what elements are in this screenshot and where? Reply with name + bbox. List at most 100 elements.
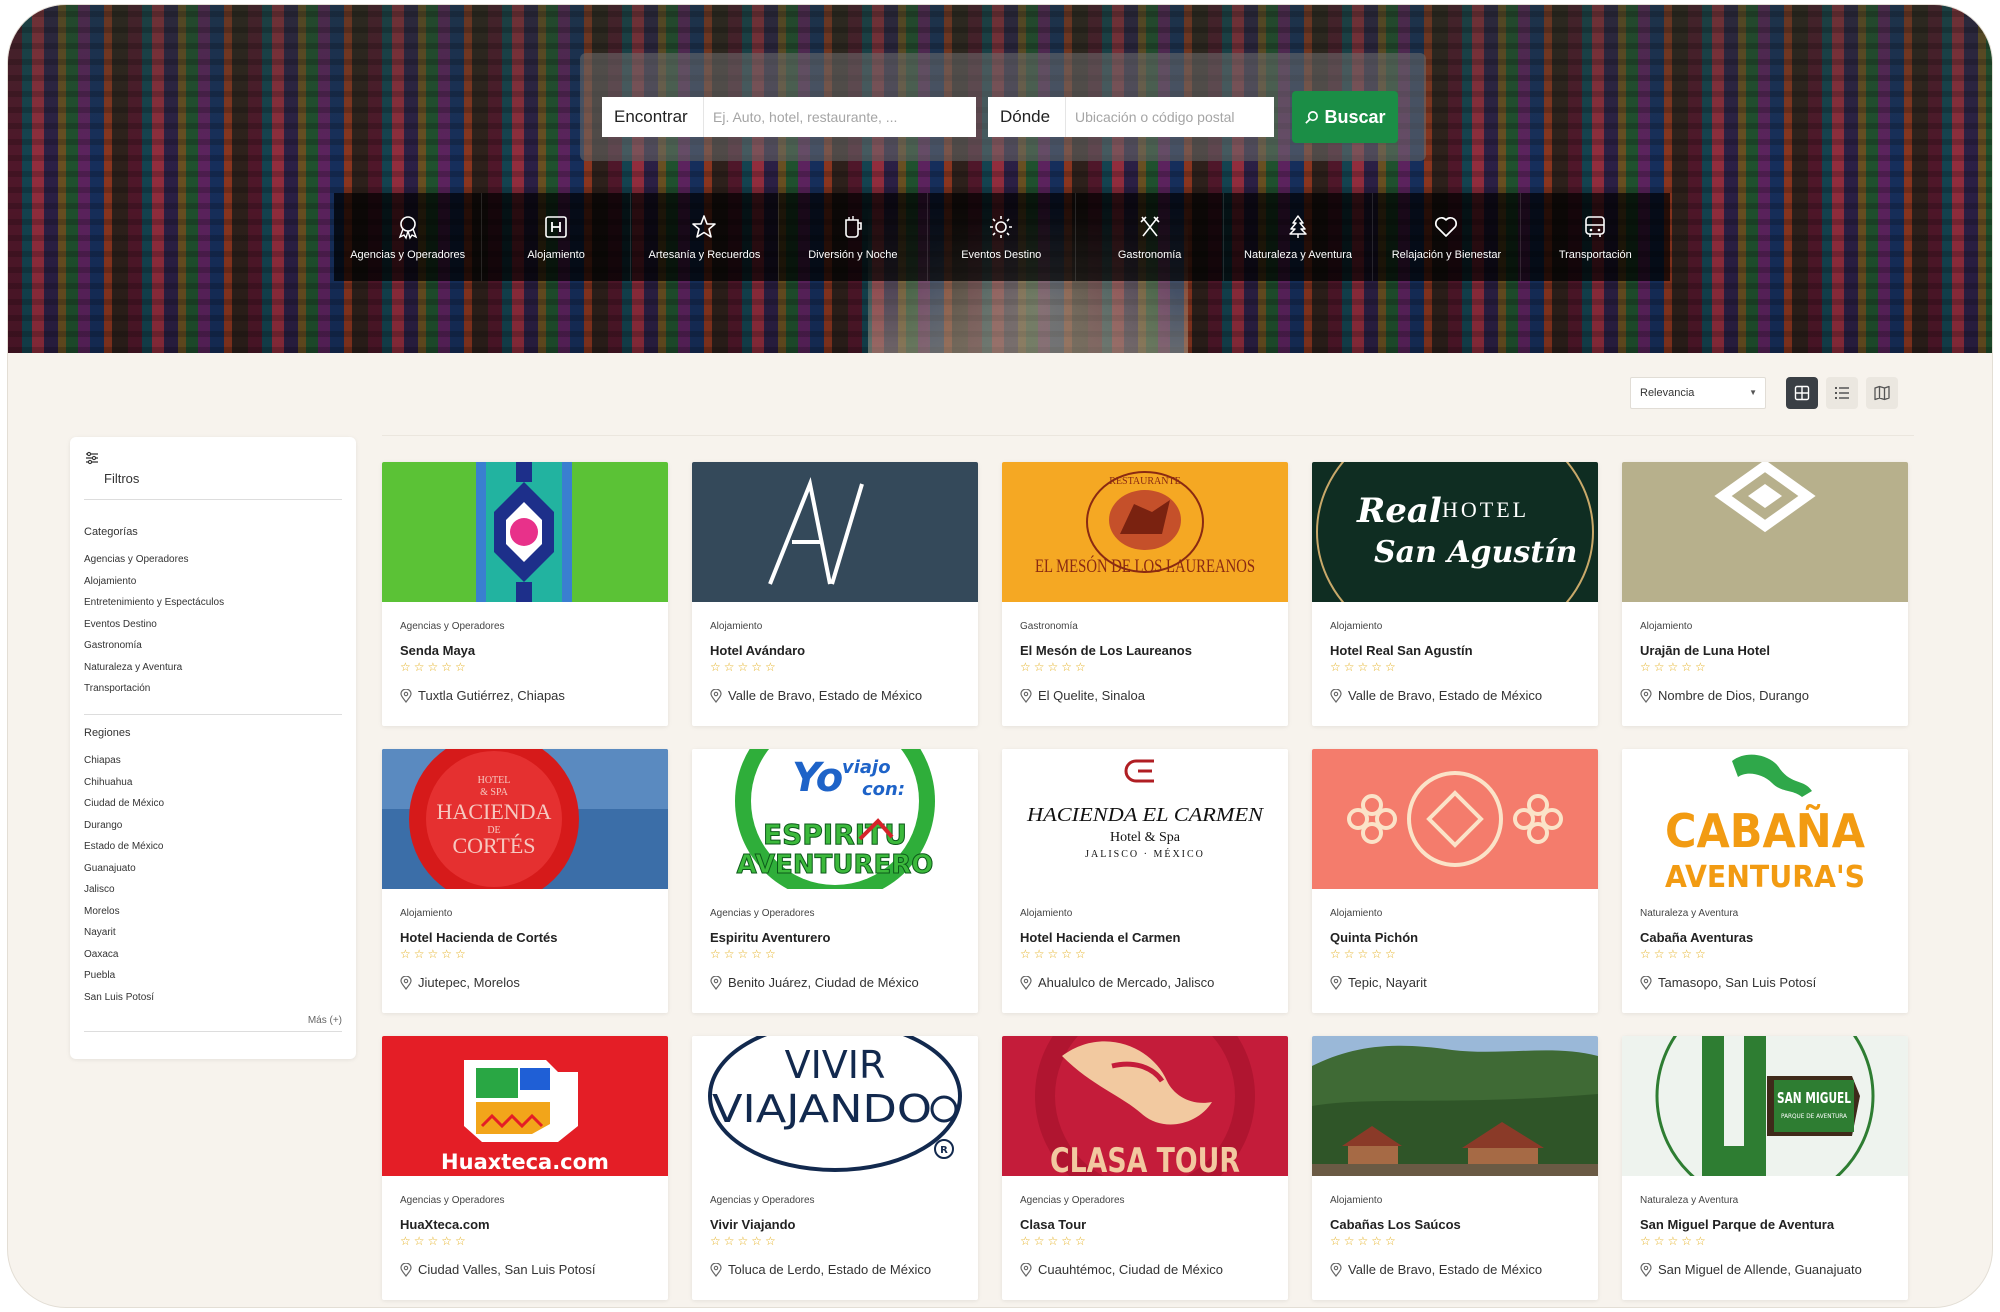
where-input[interactable]	[1066, 97, 1274, 137]
location-text: Valle de Bravo, Estado de México	[728, 688, 923, 703]
location-text: Tuxtla Gutiérrez, Chiapas	[418, 688, 565, 703]
filter-region[interactable]: Estado de México	[84, 836, 164, 858]
list-view-button[interactable]	[1826, 377, 1858, 409]
category-label: Relajación y Bienestar	[1391, 248, 1502, 261]
location-text: Benito Juárez, Ciudad de México	[728, 975, 919, 990]
search-icon	[1305, 110, 1319, 124]
category-relajacion[interactable]: Relajación y Bienestar	[1372, 193, 1522, 281]
listing-image	[1622, 462, 1908, 602]
location-text: Ciudad Valles, San Luis Potosí	[418, 1262, 596, 1277]
location-text: Tepic, Nayarit	[1348, 975, 1427, 990]
listing-category: Agencias y Operadores	[710, 908, 815, 919]
category-transportacion[interactable]: Transportación	[1521, 193, 1670, 281]
listing-category: Agencias y Operadores	[400, 621, 505, 632]
listing-card[interactable]: CABAÑA AVENTURA'S Naturaleza y Aventura …	[1622, 749, 1908, 1013]
listing-title: Cabaña Aventuras	[1640, 930, 1754, 945]
category-diversion[interactable]: Diversión y Noche	[779, 193, 928, 281]
listing-card[interactable]: HACIENDA EL CARMEN Hotel & Spa JALISCO ·…	[1002, 749, 1288, 1013]
search-button[interactable]: Buscar	[1292, 91, 1398, 143]
location-text: Valle de Bravo, Estado de México	[1348, 688, 1543, 703]
map-view-button[interactable]	[1866, 377, 1898, 409]
map-pin-icon	[400, 975, 412, 990]
category-eventos[interactable]: Eventos Destino	[927, 193, 1076, 281]
filter-category[interactable]: Eventos Destino	[84, 614, 224, 636]
sort-select[interactable]: Relevancia ▼	[1630, 377, 1766, 409]
map-pin-icon	[1640, 1262, 1652, 1277]
location-text: Valle de Bravo, Estado de México	[1348, 1262, 1543, 1277]
logo-text: EL MESÓN DE LOS LAUREANOS	[1035, 555, 1255, 577]
filter-region[interactable]: Morelos	[84, 901, 164, 923]
grid-view-button[interactable]	[1786, 377, 1818, 409]
listing-card[interactable]: Alojamiento Hotel Avándaro ☆☆☆☆☆ Valle d…	[692, 462, 978, 726]
sun-icon	[990, 215, 1013, 238]
filter-region[interactable]: Chiapas	[84, 750, 164, 772]
rating-stars: ☆☆☆☆☆	[1020, 1234, 1089, 1248]
filter-category[interactable]: Transportación	[84, 678, 224, 700]
categories-heading: Categorías	[84, 526, 138, 538]
listing-image	[382, 462, 668, 602]
category-naturaleza[interactable]: Naturaleza y Aventura	[1224, 193, 1373, 281]
listing-location: Valle de Bravo, Estado de México	[1330, 688, 1542, 703]
listing-card[interactable]: RESTAURANTE EL MESÓN DE LOS LAUREANOS Ga…	[1002, 462, 1288, 726]
listing-card[interactable]: Agencias y Operadores Senda Maya ☆☆☆☆☆ T…	[382, 462, 668, 726]
filter-category[interactable]: Agencias y Operadores	[84, 549, 224, 571]
list-view-icon	[1835, 387, 1849, 399]
map-pin-icon	[400, 688, 412, 703]
filter-region[interactable]: Oaxaca	[84, 944, 164, 966]
location-text: Cuauhtémoc, Ciudad de México	[1038, 1262, 1223, 1277]
logo-text: Hotel & Spa	[1110, 830, 1181, 845]
filter-region[interactable]: Chihuahua	[84, 772, 164, 794]
category-agencias[interactable]: Agencias y Operadores	[334, 193, 483, 281]
listing-card[interactable]: VIVIR VIAJANDO R Agencias y Operadores V…	[692, 1036, 978, 1300]
filter-category[interactable]: Gastronomía	[84, 635, 224, 657]
rating-stars: ☆☆☆☆☆	[710, 1234, 779, 1248]
location-text: Tamasopo, San Luis Potosí	[1658, 975, 1817, 990]
filter-region[interactable]: Ciudad de México	[84, 793, 164, 815]
listing-image: Huaxteca.com	[382, 1036, 668, 1176]
logo-text: PARQUE DE AVENTURA	[1781, 1113, 1848, 1120]
filter-region[interactable]: Puebla	[84, 965, 164, 987]
listing-card[interactable]: Alojamiento Quinta Pichón ☆☆☆☆☆ Tepic, N…	[1312, 749, 1598, 1013]
filter-category[interactable]: Naturaleza y Aventura	[84, 657, 224, 679]
filter-category[interactable]: Alojamiento	[84, 571, 224, 593]
rating-stars: ☆☆☆☆☆	[710, 660, 779, 674]
listing-card[interactable]: Huaxteca.com Agencias y Operadores HuaXt…	[382, 1036, 668, 1300]
filter-region[interactable]: Jalisco	[84, 879, 164, 901]
location-text: Jiutepec, Morelos	[418, 975, 520, 990]
category-artesania[interactable]: Artesanía y Recuerdos	[630, 193, 780, 281]
logo-text: HACIENDA	[437, 799, 552, 824]
filter-region[interactable]: Nayarit	[84, 922, 164, 944]
listing-category: Alojamiento	[1020, 908, 1073, 919]
category-alojamiento[interactable]: Alojamiento	[482, 193, 631, 281]
fork-knife-icon	[1140, 215, 1160, 236]
listing-category: Alojamiento	[1330, 621, 1383, 632]
find-input[interactable]	[704, 97, 976, 137]
filter-category[interactable]: Entretenimiento y Espectáculos	[84, 592, 224, 614]
category-bar: Agencias y Operadores Alojamiento Artesa…	[334, 193, 1670, 281]
logo-text: VIAJANDO	[712, 1087, 932, 1131]
listing-title: Vivir Viajando	[710, 1217, 796, 1232]
listing-image: CLASA TOUR	[1002, 1036, 1288, 1176]
listing-location: El Quelite, Sinaloa	[1020, 688, 1145, 703]
filter-region[interactable]: Durango	[84, 815, 164, 837]
listing-card[interactable]: Alojamiento Urajān de Luna Hotel ☆☆☆☆☆ N…	[1622, 462, 1908, 726]
logo-text: AVENTURERO	[737, 850, 934, 880]
listing-location: Toluca de Lerdo, Estado de México	[710, 1262, 931, 1277]
filter-region[interactable]: San Luis Potosí	[84, 987, 164, 1009]
listing-card[interactable]: Alojamiento Cabañas Los Saúcos ☆☆☆☆☆ Val…	[1312, 1036, 1598, 1300]
listing-card[interactable]: Yo viajo con: ESPIRITU AVENTURERO Agenci…	[692, 749, 978, 1013]
listing-title: El Mesón de Los Laureanos	[1020, 643, 1192, 658]
browser-frame: Encontrar Dónde Buscar Agencias y Operad…	[8, 5, 1992, 1307]
logo-text: HACIENDA EL CARMEN	[1026, 804, 1265, 826]
listing-card[interactable]: Real HOTEL San Agustín Alojamiento Hotel…	[1312, 462, 1598, 726]
filter-region[interactable]: Guanajuato	[84, 858, 164, 880]
listing-location: Nombre de Dios, Durango	[1640, 688, 1809, 703]
logo-text: Huaxteca.com	[441, 1150, 609, 1174]
listing-card[interactable]: SAN MIGUEL PARQUE DE AVENTURA Naturaleza…	[1622, 1036, 1908, 1300]
listing-card[interactable]: CLASA TOUR Agencias y Operadores Clasa T…	[1002, 1036, 1288, 1300]
location-text: Nombre de Dios, Durango	[1658, 688, 1810, 703]
category-gastronomia[interactable]: Gastronomía	[1075, 193, 1225, 281]
logo-text: San Agustín	[1374, 535, 1577, 570]
listing-card[interactable]: HOTEL & SPA HACIENDA DE CORTÉS Alojamien…	[382, 749, 668, 1013]
more-regions-link[interactable]: Más (+)	[308, 1015, 342, 1026]
